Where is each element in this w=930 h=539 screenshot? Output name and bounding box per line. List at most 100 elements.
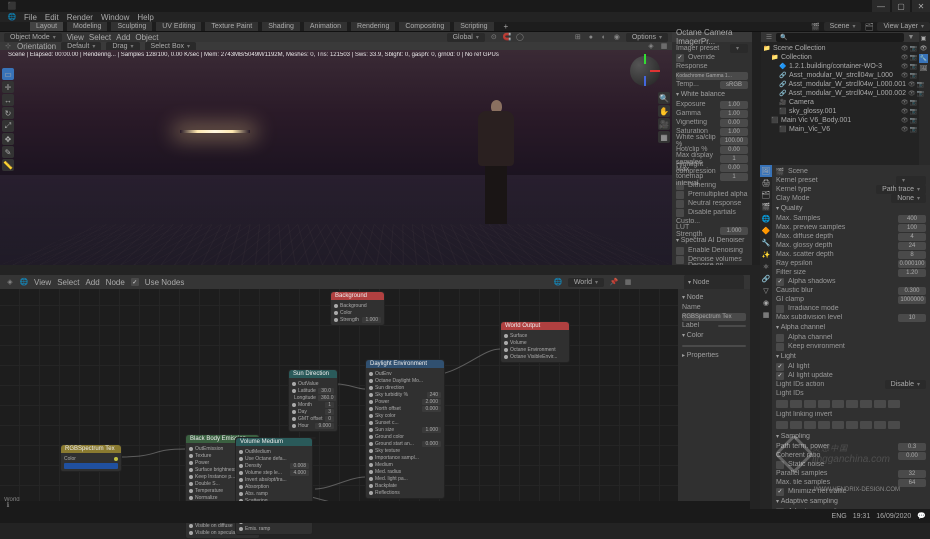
irradiance-check[interactable]	[776, 305, 784, 313]
node-color-well[interactable]	[682, 345, 746, 347]
socket-in[interactable]	[189, 468, 193, 472]
alpha-channel-check[interactable]	[776, 334, 784, 342]
render-icon[interactable]: 📷	[910, 126, 917, 133]
check[interactable]	[676, 247, 684, 255]
shading-wire-icon[interactable]: ⊞	[574, 33, 582, 41]
response-select[interactable]: Kodachrome Gamma 1...	[676, 72, 748, 80]
disable-partial-check[interactable]	[676, 209, 684, 217]
node-world-output[interactable]: World Output SurfaceVolumeOctane Environ…	[500, 321, 570, 363]
socket-in[interactable]	[239, 457, 243, 461]
socket-in[interactable]	[369, 400, 373, 404]
check[interactable]	[676, 256, 684, 264]
socket-in[interactable]	[292, 403, 296, 407]
render-icon[interactable]: 📷	[910, 117, 917, 124]
output-tab[interactable]: 🖨	[760, 177, 772, 189]
move-tool[interactable]: ↔	[2, 94, 14, 106]
socket-in[interactable]	[369, 477, 373, 481]
physics-tab[interactable]: ⚛	[760, 261, 772, 273]
neutral-check[interactable]	[676, 200, 684, 208]
annotate-tool[interactable]: ✎	[2, 146, 14, 158]
socket-in[interactable]	[369, 491, 373, 495]
constraint-tab[interactable]: 🔗	[760, 273, 772, 285]
socket-in[interactable]	[239, 527, 243, 531]
node-daylight-env[interactable]: Daylight Environment OutEnvOctane Daylig…	[365, 359, 445, 499]
socket-in[interactable]	[189, 461, 193, 465]
scene-tab[interactable]: 🎬	[760, 201, 772, 213]
render-icon[interactable]: 📷	[917, 90, 924, 97]
maximize-button[interactable]: ▢	[892, 0, 910, 12]
max-tile[interactable]: 64	[898, 479, 926, 487]
node-background[interactable]: Background BackgroundColorStrength1.000	[330, 291, 385, 326]
static-noise-check[interactable]	[776, 461, 784, 469]
node-value[interactable]: 0	[325, 416, 334, 422]
tab-layout[interactable]: Layout	[30, 22, 63, 31]
menu-file[interactable]: File	[24, 13, 37, 22]
socket-in[interactable]	[292, 389, 296, 393]
socket-in[interactable]	[369, 470, 373, 474]
value-field[interactable]: 1.00	[720, 101, 748, 109]
node-canvas[interactable]: RGBSpectrum Tex Color Black Body Emissio…	[0, 289, 750, 505]
coherent-ratio[interactable]: 0.00	[898, 452, 926, 460]
orientation-icon[interactable]: ⊹	[4, 42, 12, 50]
menu-render[interactable]: Render	[67, 13, 93, 22]
node-value[interactable]: 360.0	[318, 395, 337, 401]
socket-in[interactable]	[369, 463, 373, 467]
global-orientation[interactable]: Global	[447, 33, 485, 42]
proportional-icon[interactable]: ◯	[516, 33, 524, 41]
render-icon[interactable]: 📷	[910, 108, 917, 115]
ai-light-check[interactable]	[776, 363, 784, 371]
value-field[interactable]: 0.00	[720, 146, 748, 154]
value-field[interactable]: 1	[720, 173, 748, 181]
socket-in[interactable]	[369, 435, 373, 439]
rail-tool[interactable]: 🔧	[919, 54, 928, 63]
tray-date[interactable]: 16/09/2020	[876, 513, 911, 520]
tray-time[interactable]: 19:31	[853, 513, 871, 520]
socket-in[interactable]	[189, 524, 193, 528]
scale-tool[interactable]: ⤢	[2, 120, 14, 132]
socket-in[interactable]	[189, 454, 193, 458]
node-rgb-spectrum[interactable]: RGBSpectrum Tex Color	[60, 444, 122, 472]
minimize-button[interactable]: —	[872, 0, 890, 12]
socket-out[interactable]	[114, 457, 118, 461]
node-color-section[interactable]: Color	[682, 330, 746, 341]
shading-render-icon[interactable]: ◉	[613, 33, 621, 41]
socket-in[interactable]	[369, 449, 373, 453]
windows-taskbar[interactable]: ENG 19:31 16/09/2020 💬	[0, 509, 930, 523]
nav-gizmo[interactable]	[630, 56, 660, 86]
socket-in[interactable]	[189, 475, 193, 479]
render-icon[interactable]: 📷	[910, 45, 917, 52]
socket-in[interactable]	[504, 355, 508, 359]
transform-tool[interactable]: ✥	[2, 133, 14, 145]
socket-in[interactable]	[369, 484, 373, 488]
gi-clamp[interactable]: 1000000	[898, 296, 926, 304]
socket-in[interactable]	[239, 471, 243, 475]
eye-icon[interactable]: 👁	[908, 90, 916, 97]
material-tab[interactable]: ◉	[760, 297, 772, 309]
socket-in[interactable]	[369, 428, 373, 432]
particle-tab[interactable]: ✨	[760, 249, 772, 261]
kernel-preset[interactable]	[896, 176, 926, 185]
node-value[interactable]: 0.000	[422, 406, 441, 412]
alpha-shadows-check[interactable]	[776, 278, 784, 286]
camera-button[interactable]: 🎥	[658, 118, 670, 130]
outliner-item[interactable]: 🔗 Asst_modular_W_strcll04w_L000 👁📷	[763, 71, 917, 80]
object-menu[interactable]: Object	[135, 33, 158, 42]
shading-solid-icon[interactable]: ●	[587, 33, 595, 41]
keep-env-check[interactable]	[776, 343, 784, 351]
viewlayer-selector[interactable]: View Layer	[877, 22, 930, 31]
socket-in[interactable]	[292, 382, 296, 386]
xray-icon[interactable]: ▦	[660, 42, 668, 50]
node-panel-section[interactable]: Node	[682, 292, 746, 303]
node-value[interactable]: 1.000	[362, 317, 381, 323]
tab-compositing[interactable]: Compositing	[399, 22, 450, 31]
node-label-field[interactable]	[718, 325, 746, 327]
snap-icon[interactable]: 🧲	[503, 33, 511, 41]
modifier-tab[interactable]: 🔧	[760, 237, 772, 249]
value-field[interactable]: 1.00	[720, 128, 748, 136]
zoom-button[interactable]: 🔍	[658, 92, 670, 104]
outliner-item[interactable]: 📁 Scene Collection 👁📷	[763, 44, 917, 53]
object-tab[interactable]: 🔶	[760, 225, 772, 237]
pin-icon[interactable]: 📌	[610, 278, 618, 286]
render-tab[interactable]: 🖼	[760, 165, 772, 177]
value-field[interactable]: 400	[898, 215, 926, 223]
